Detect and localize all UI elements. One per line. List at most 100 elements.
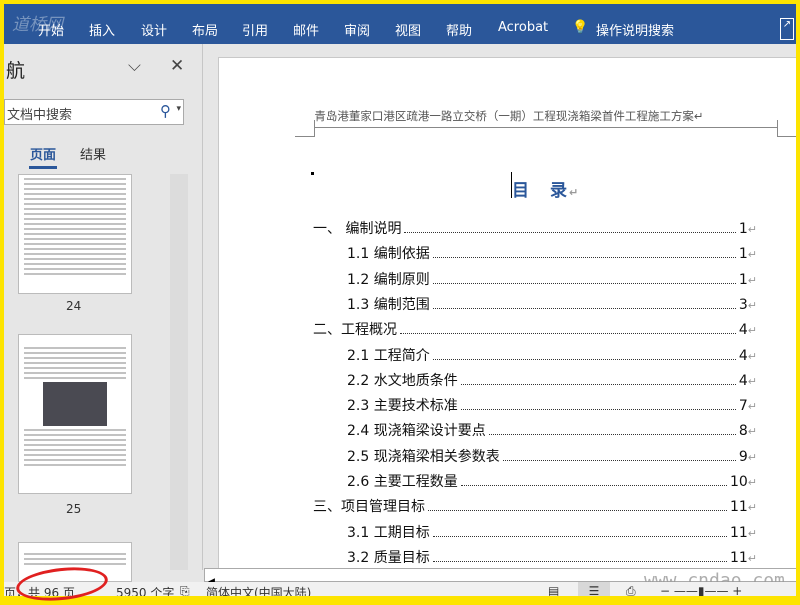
tab-view[interactable]: 视图 — [395, 20, 421, 39]
tab-pages[interactable]: 页面 — [28, 144, 58, 169]
toc-entry-title: 2.6 主要工程数量 — [347, 474, 458, 490]
toc-entry[interactable]: 2.6 主要工程数量 10 ↵ — [347, 471, 757, 493]
toc-page-number: 10 — [729, 474, 748, 490]
toc-page-number: 8 — [738, 423, 748, 440]
dropdown-icon[interactable]: ▾ — [176, 104, 181, 114]
toc-entry[interactable]: 2.5 现浇箱梁相关参数表 9 ↵ — [347, 446, 757, 468]
tab-review[interactable]: 审阅 — [344, 20, 370, 39]
toc-entry[interactable]: 2.2 水文地质条件 4 ↵ — [347, 370, 757, 392]
pane-divider[interactable] — [202, 44, 203, 570]
print-layout-icon[interactable]: ☰ — [578, 582, 610, 596]
tab-help[interactable]: 帮助 — [446, 20, 472, 39]
toc-page-number: 1 — [738, 246, 748, 263]
toc-entry-title: 1.3 编制范围 — [347, 296, 430, 313]
nav-search-input[interactable]: 文档中搜索 ⚲ ▾ — [4, 99, 184, 125]
toc-leader — [502, 453, 736, 461]
toc-entry-title: 一、 编制说明 — [313, 221, 402, 237]
tab-home[interactable]: 开始 — [38, 20, 64, 39]
toc-page-number: 11 — [729, 549, 748, 566]
toc-leader — [404, 225, 736, 233]
tab-references[interactable]: 引用 — [242, 20, 268, 39]
read-mode-icon[interactable]: ▤ — [548, 584, 559, 596]
toc-entry-title: 2.2 水文地质条件 — [347, 372, 458, 389]
language-status[interactable]: 简体中文(中国大陆) — [206, 584, 311, 596]
paragraph-bullet — [311, 172, 314, 175]
toc-entry[interactable]: 2.4 现浇箱梁设计要点 8 ↵ — [347, 420, 757, 442]
toc-leader — [432, 554, 727, 562]
toc-leader — [460, 478, 727, 486]
nav-title: 航 — [6, 60, 26, 82]
toc-entry-title: 1.2 编制原则 — [347, 271, 430, 288]
navigation-pane: 航 ⌵ ✕ 文档中搜索 ⚲ ▾ 页面 结果 24 25 — [4, 44, 200, 582]
toc-leader — [400, 326, 736, 335]
toc-title: 目 录↵ — [512, 181, 581, 201]
toc-entry-title: 3.1 工期目标 — [347, 524, 430, 541]
search-placeholder: 文档中搜索 — [7, 108, 73, 123]
tab-layout[interactable]: 布局 — [192, 20, 218, 39]
toc-entry[interactable]: 3.2 质量目标 11 ↵ — [347, 547, 757, 569]
zoom-slider[interactable]: − ——▮—— + — [660, 584, 742, 596]
toc-page-number: 11 — [729, 524, 748, 541]
toc-entry[interactable]: 2.1 工程简介 4 ↵ — [347, 345, 757, 367]
toc-leader — [432, 529, 727, 537]
toc-page-number: 3 — [738, 296, 748, 313]
lightbulb-icon: 💡 — [572, 20, 589, 35]
tab-acrobat[interactable]: Acrobat — [498, 20, 548, 35]
toc-entry-title: 2.1 工程简介 — [347, 347, 430, 364]
document-page[interactable]: 青岛港董家口港区疏港一路立交桥（一期）工程现浇箱梁首件工程施工方案↵ 目 录↵ … — [218, 57, 796, 570]
toc-leader — [460, 377, 736, 385]
share-icon[interactable]: ↗ — [780, 18, 794, 40]
toc-leader — [432, 352, 736, 360]
page-header: 青岛港董家口港区疏港一路立交桥（一期）工程现浇箱梁首件工程施工方案↵ — [314, 109, 704, 123]
toc-page-number: 1 — [738, 271, 748, 288]
search-icon[interactable]: ⚲ — [160, 102, 171, 120]
toc-page-number: 9 — [738, 448, 748, 465]
page-number-25: 25 — [66, 502, 82, 516]
toc-leader — [460, 402, 736, 411]
toc-page-number: 4 — [738, 322, 748, 339]
status-bar: 页，共 96 页 5950 个字 ⎘ 简体中文(中国大陆) ▤ ☰ ⎙ − ——… — [4, 582, 796, 596]
toc-leader — [428, 503, 727, 512]
toc-entry[interactable]: 1.3 编制范围 3 ↵ — [347, 294, 757, 316]
tab-design[interactable]: 设计 — [141, 20, 167, 39]
proofing-icon[interactable]: ⎘ — [180, 584, 190, 596]
toc-entry[interactable]: 三、项目管理目标 11 ↵ — [313, 496, 757, 518]
toc-entry[interactable]: 2.3 主要技术标准 7 ↵ — [347, 395, 757, 417]
web-layout-icon[interactable]: ⎙ — [626, 584, 636, 596]
toc-entry[interactable]: 3.1 工期目标 11 ↵ — [347, 522, 757, 544]
toc-leader — [432, 250, 736, 259]
word-window: 道桥网 开始 插入 设计 布局 引用 邮件 审阅 视图 帮助 Acrobat 💡… — [4, 4, 796, 596]
toc-entry-title: 3.2 质量目标 — [347, 549, 430, 566]
toc-entry-title: 1.1 编制依据 — [347, 246, 430, 263]
page-thumbnail-25[interactable] — [18, 334, 132, 494]
tab-results[interactable]: 结果 — [80, 144, 106, 163]
tell-me-search[interactable]: 操作说明搜索 — [596, 20, 674, 39]
toc-page-number: 4 — [738, 372, 748, 389]
tab-insert[interactable]: 插入 — [89, 20, 115, 39]
page-thumbnail-24[interactable] — [18, 174, 132, 294]
thumbnail-photo — [43, 382, 107, 426]
toc-leader — [432, 301, 736, 309]
toc-entry[interactable]: 一、 编制说明 1 ↵ — [313, 218, 757, 240]
toc-entry-title: 三、项目管理目标 — [313, 499, 425, 516]
toc-leader — [432, 276, 736, 284]
toc-entry[interactable]: 1.2 编制原则 1 ↵ — [347, 269, 757, 291]
tab-mailings[interactable]: 邮件 — [293, 20, 319, 39]
toc-entry-title: 2.3 主要技术标准 — [347, 398, 458, 415]
word-count[interactable]: 5950 个字 — [116, 584, 174, 596]
toc-entry-title: 二、工程概况 — [313, 322, 397, 339]
toc-page-number: 11 — [729, 499, 748, 516]
ribbon: 道桥网 开始 插入 设计 布局 引用 邮件 审阅 视图 帮助 Acrobat 💡… — [4, 4, 796, 44]
toc-page-number: 7 — [738, 398, 748, 415]
toc-page-number: 4 — [738, 347, 748, 364]
nav-scrollbar[interactable] — [170, 174, 188, 570]
page-number-24: 24 — [66, 299, 82, 313]
toc-entry[interactable]: 二、工程概况 4 ↵ — [313, 319, 757, 341]
chevron-down-icon[interactable]: ⌵ — [128, 56, 141, 76]
toc-entry[interactable]: 1.1 编制依据 1 ↵ — [347, 243, 757, 265]
toc-entry-title: 2.4 现浇箱梁设计要点 — [347, 423, 486, 440]
toc-page-number: 1 — [738, 221, 748, 237]
toc-leader — [488, 427, 736, 436]
toc-entry-title: 2.5 现浇箱梁相关参数表 — [347, 448, 500, 465]
close-icon[interactable]: ✕ — [170, 56, 184, 76]
